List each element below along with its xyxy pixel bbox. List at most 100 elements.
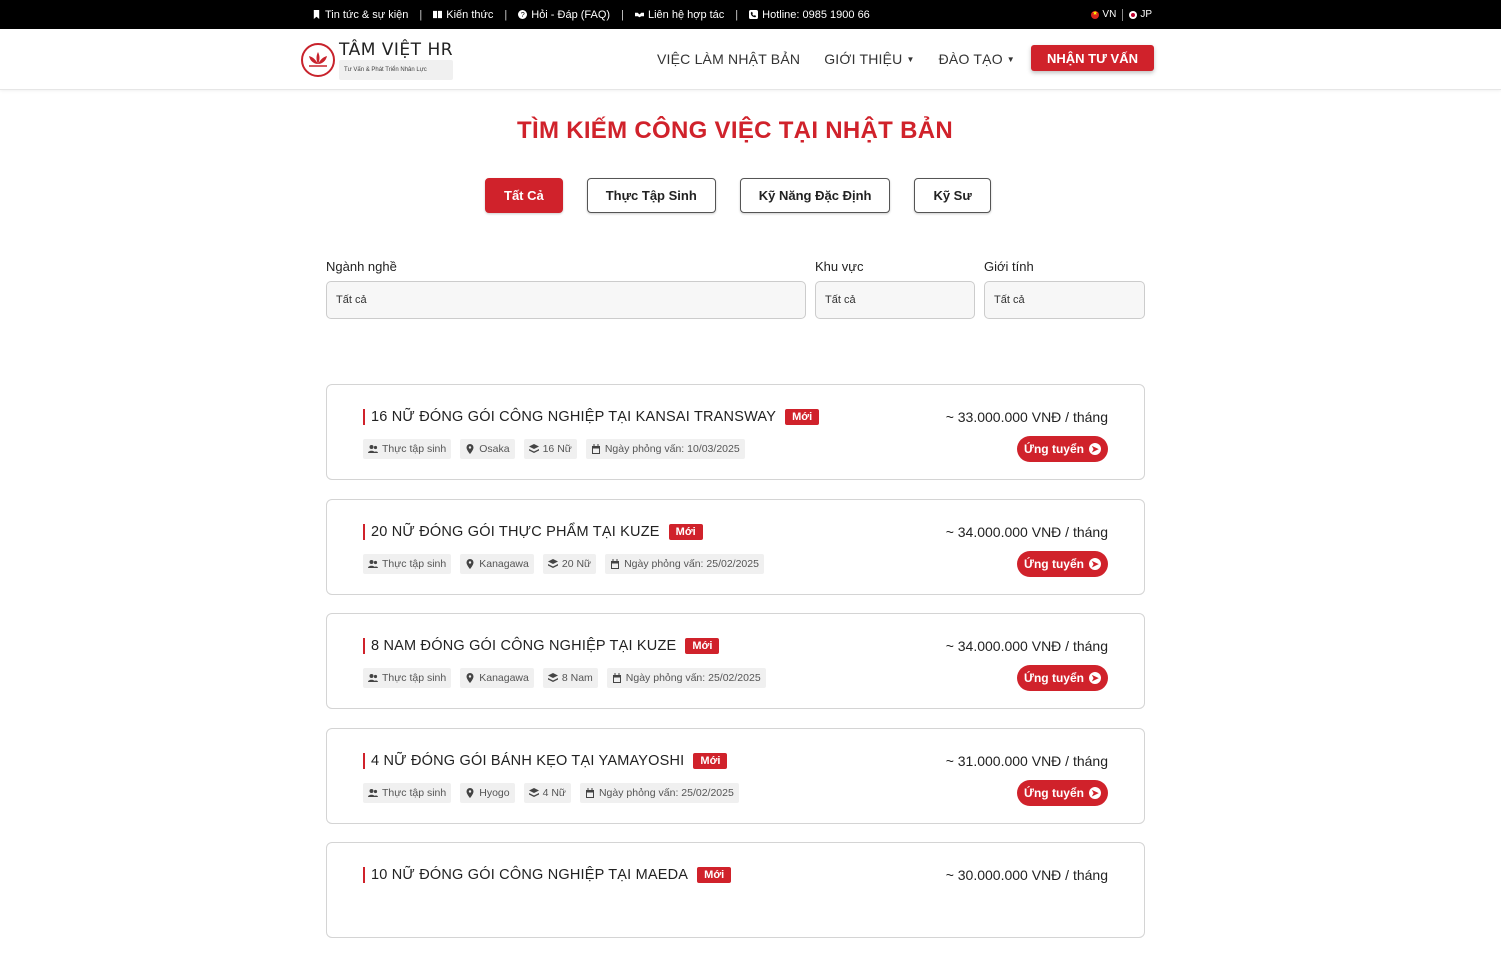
job-card[interactable]: 10 NỮ ĐÓNG GÓI CÔNG NGHIỆP TẠI MAEDA Mới… bbox=[326, 842, 1145, 938]
top-link-partnership[interactable]: Liên hệ hợp tác bbox=[634, 9, 724, 21]
chevron-down-icon: ▼ bbox=[1006, 54, 1015, 64]
top-link-news[interactable]: Tin tức & sự kiện bbox=[312, 9, 408, 21]
location-tag: Osaka bbox=[460, 439, 515, 459]
job-card[interactable]: 20 NỮ ĐÓNG GÓI THỰC PHẨM TẠI KUZE Mới Th… bbox=[326, 498, 1145, 595]
filter-industry: Ngành nghề Tất cả bbox=[326, 259, 806, 319]
site-header: TÂM VIỆT HR Tư Vấn & Phát Triển Nhân Lực… bbox=[0, 29, 1501, 90]
new-badge: Mới bbox=[697, 867, 732, 883]
salary: ~ 33.000.000 VNĐ / tháng bbox=[945, 409, 1108, 425]
vietnam-flag-icon bbox=[1091, 10, 1100, 19]
interview-date-tag: Ngày phỏng vấn: 25/02/2025 bbox=[605, 553, 764, 574]
job-type-tag: Thực tập sinh bbox=[363, 782, 452, 803]
filter-industry-label: Ngành nghề bbox=[326, 259, 397, 274]
location-tag: Hyogo bbox=[460, 782, 515, 803]
main-nav: VIỆC LÀM NHẬT BẢN GIỚI THIỆU ▼ ĐÀO TẠO ▼ bbox=[657, 29, 1039, 89]
apply-button[interactable]: Ứng tuyển ➤ bbox=[1017, 550, 1108, 577]
nav-jobs-japan[interactable]: VIỆC LÀM NHẬT BẢN bbox=[657, 51, 800, 67]
calendar-icon bbox=[591, 444, 600, 454]
users-icon bbox=[368, 788, 378, 797]
job-list: 16 NỮ ĐÓNG GÓI CÔNG NGHIỆP TẠI KANSAI TR… bbox=[326, 384, 1145, 957]
new-badge: Mới bbox=[785, 409, 820, 425]
arrow-right-circle-icon: ➤ bbox=[1088, 672, 1101, 684]
salary: ~ 30.000.000 VNĐ / tháng bbox=[945, 867, 1108, 883]
job-type-tag: Thực tập sinh bbox=[363, 553, 452, 574]
new-badge: Mới bbox=[668, 523, 703, 540]
salary: ~ 34.000.000 VNĐ / tháng bbox=[945, 638, 1108, 654]
job-title[interactable]: 16 NỮ ĐÓNG GÓI CÔNG NGHIỆP TẠI KANSAI TR… bbox=[371, 409, 776, 425]
tab-specified-skill[interactable]: Kỹ Năng Đặc Định bbox=[739, 178, 891, 213]
layers-icon bbox=[547, 673, 558, 682]
accent-bar bbox=[363, 409, 365, 425]
divider: | bbox=[735, 8, 739, 21]
divider: | bbox=[504, 8, 508, 21]
top-link-faq[interactable]: ? Hỏi - Đáp (FAQ) bbox=[518, 9, 610, 21]
top-bar: Tin tức & sự kiện | Kiến thức | ? Hỏi - … bbox=[0, 0, 1501, 29]
map-pin-icon bbox=[466, 787, 474, 798]
svg-text:?: ? bbox=[521, 10, 525, 19]
job-title[interactable]: 10 NỮ ĐÓNG GÓI CÔNG NGHIỆP TẠI MAEDA bbox=[371, 867, 688, 883]
salary: ~ 34.000.000 VNĐ / tháng bbox=[945, 523, 1108, 540]
filter-region: Khu vực Tất cả bbox=[815, 259, 975, 319]
users-icon bbox=[368, 559, 378, 568]
job-title-row: 16 NỮ ĐÓNG GÓI CÔNG NGHIỆP TẠI KANSAI TR… bbox=[363, 409, 820, 425]
job-title[interactable]: 20 NỮ ĐÓNG GÓI THỰC PHẨM TẠI KUZE bbox=[371, 524, 660, 540]
logo[interactable]: TÂM VIỆT HR Tư Vấn & Phát Triển Nhân Lực bbox=[301, 40, 454, 80]
layers-icon bbox=[547, 558, 558, 568]
region-select[interactable]: Tất cả bbox=[815, 281, 975, 319]
page-title: TÌM KIẾM CÔNG VIỆC TẠI NHẬT BẢN bbox=[517, 117, 953, 144]
tab-intern[interactable]: Thực Tập Sinh bbox=[586, 178, 716, 213]
book-icon bbox=[433, 10, 443, 19]
tab-engineer[interactable]: Kỹ Sư bbox=[914, 178, 991, 213]
nav-about[interactable]: GIỚI THIỆU ▼ bbox=[824, 51, 914, 67]
apply-button[interactable]: Ứng tuyển ➤ bbox=[1017, 779, 1108, 806]
question-circle-icon: ? bbox=[518, 10, 528, 19]
accent-bar bbox=[363, 867, 365, 883]
new-badge: Mới bbox=[693, 752, 728, 769]
headcount-tag: 8 Nam bbox=[542, 668, 598, 688]
apply-button[interactable]: Ứng tuyển ➤ bbox=[1017, 665, 1108, 691]
job-card[interactable]: 8 NAM ĐÓNG GÓI CÔNG NGHIỆP TẠI KUZE Mới … bbox=[326, 613, 1145, 709]
calendar-icon bbox=[585, 787, 594, 798]
divider: | bbox=[419, 8, 423, 21]
arrow-right-circle-icon: ➤ bbox=[1088, 557, 1101, 570]
job-title-row: 10 NỮ ĐÓNG GÓI CÔNG NGHIỆP TẠI MAEDA Mới bbox=[363, 867, 732, 883]
job-tags: Thực tập sinh Hyogo 4 Nữ Ngày phỏng vấn:… bbox=[363, 782, 739, 803]
logo-name: TÂM VIỆT HR bbox=[339, 40, 454, 60]
phone-icon bbox=[749, 10, 759, 19]
handshake-icon bbox=[634, 12, 644, 18]
bookmark-icon bbox=[313, 10, 320, 19]
apply-button[interactable]: Ứng tuyển ➤ bbox=[1017, 436, 1108, 462]
job-card[interactable]: 4 NỮ ĐÓNG GÓI BÁNH KẸO TẠI YAMAYOSHI Mới… bbox=[326, 727, 1145, 824]
top-link-knowledge[interactable]: Kiến thức bbox=[433, 9, 493, 21]
calendar-icon bbox=[612, 673, 621, 683]
category-tabs: Tất Cả Thực Tập Sinh Kỹ Năng Đặc Định Kỹ… bbox=[485, 178, 991, 213]
new-badge: Mới bbox=[685, 638, 720, 654]
layers-icon bbox=[528, 787, 539, 797]
lang-vn[interactable]: VN bbox=[1091, 9, 1116, 20]
logo-text: TÂM VIỆT HR Tư Vấn & Phát Triển Nhân Lực bbox=[339, 40, 454, 80]
headcount-tag: 20 Nữ bbox=[542, 553, 597, 574]
industry-select[interactable]: Tất cả bbox=[326, 281, 806, 319]
job-title[interactable]: 8 NAM ĐÓNG GÓI CÔNG NGHIỆP TẠI KUZE bbox=[371, 638, 676, 654]
job-card[interactable]: 16 NỮ ĐÓNG GÓI CÔNG NGHIỆP TẠI KANSAI TR… bbox=[326, 384, 1145, 480]
filter-gender: Giới tính Tất cả bbox=[984, 259, 1145, 319]
job-type-tag: Thực tập sinh bbox=[363, 439, 452, 459]
lotus-logo-icon bbox=[301, 43, 335, 77]
consult-button[interactable]: NHẬN TƯ VẤN bbox=[1031, 45, 1154, 71]
top-link-hotline[interactable]: Hotline: 0985 1900 66 bbox=[749, 9, 870, 21]
job-title[interactable]: 4 NỮ ĐÓNG GÓI BÁNH KẸO TẠI YAMAYOSHI bbox=[371, 753, 684, 769]
nav-training[interactable]: ĐÀO TẠO ▼ bbox=[939, 51, 1015, 67]
filter-gender-label: Giới tính bbox=[984, 259, 1034, 274]
tab-all[interactable]: Tất Cả bbox=[485, 178, 563, 213]
calendar-icon bbox=[611, 558, 620, 569]
interview-date-tag: Ngày phỏng vấn: 25/02/2025 bbox=[606, 668, 766, 688]
job-title-row: 20 NỮ ĐÓNG GÓI THỰC PHẨM TẠI KUZE Mới bbox=[363, 523, 703, 540]
location-tag: Kanagawa bbox=[460, 668, 534, 688]
map-pin-icon bbox=[466, 558, 474, 569]
lang-jp[interactable]: JP bbox=[1129, 9, 1152, 20]
users-icon bbox=[368, 674, 378, 682]
location-tag: Kanagawa bbox=[460, 553, 534, 574]
divider: | bbox=[621, 8, 624, 21]
chevron-down-icon: ▼ bbox=[906, 54, 915, 64]
gender-select[interactable]: Tất cả bbox=[984, 281, 1145, 319]
